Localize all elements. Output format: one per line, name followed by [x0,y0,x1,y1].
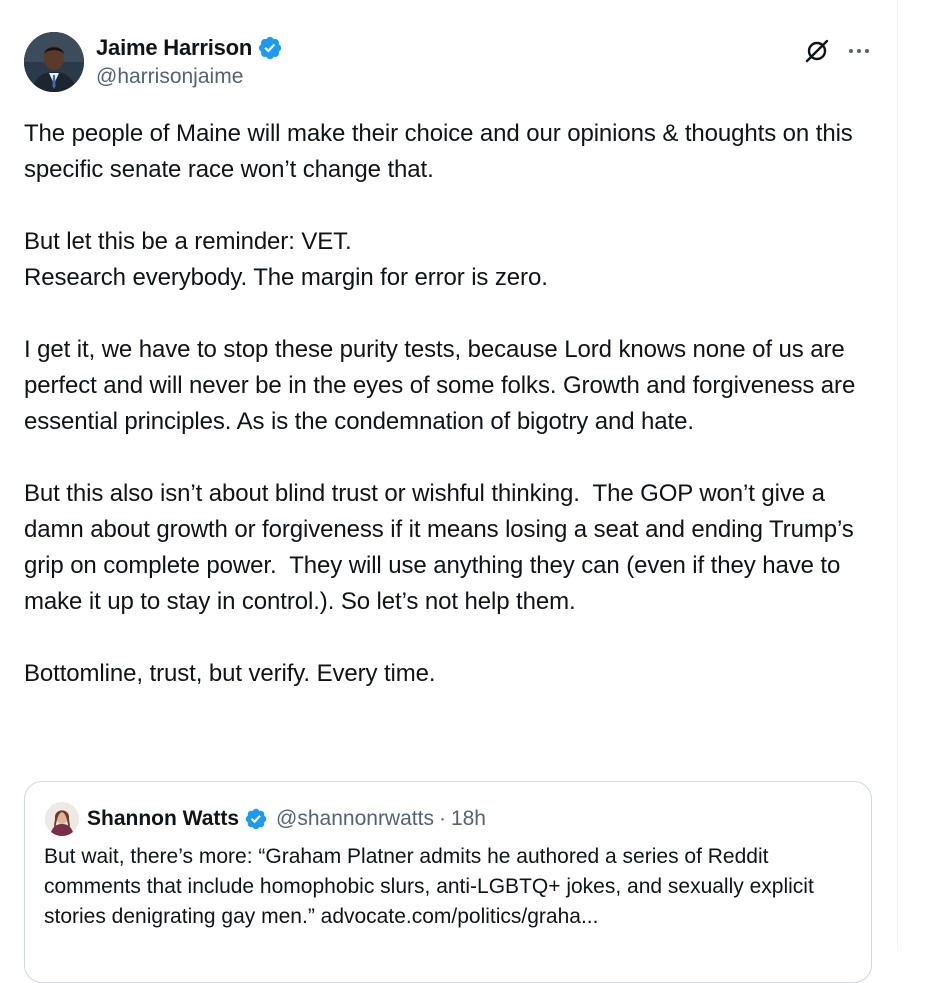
tweet-header: Jaime Harrison @harrisonjaime [24,32,872,94]
quoted-author-avatar[interactable] [45,802,79,836]
author-display-name[interactable]: Jaime Harrison [96,35,252,61]
grok-icon[interactable] [804,38,830,64]
tweet-paragraph: The people of Maine will make their choi… [24,120,860,183]
tweet: Jaime Harrison @harrisonjaime The people… [24,32,872,983]
author-name-row: Jaime Harrison [96,34,283,62]
tweet-text: The people of Maine will make their choi… [24,116,872,692]
verified-badge-icon[interactable] [244,807,268,831]
quoted-tweet-timestamp[interactable]: 18h [451,807,486,831]
quoted-author-name[interactable]: Shannon Watts [87,807,239,831]
avatar-image [24,32,84,92]
tweet-paragraph: But let this be a reminder: VET. Researc… [24,228,548,291]
timeline-divider [897,0,898,950]
quoted-tweet-header: Shannon Watts @shannonrwatts · 18h [45,802,486,836]
quoted-author-handle[interactable]: @shannonrwatts [276,807,434,831]
quoted-avatar-image [45,802,79,836]
tweet-paragraph: I get it, we have to stop these purity t… [24,336,862,435]
header-actions [804,38,872,64]
author-handle[interactable]: @harrisonjaime [96,65,283,89]
quoted-tweet-card[interactable]: Shannon Watts @shannonrwatts · 18h But w… [24,781,872,983]
author-info: Jaime Harrison @harrisonjaime [96,34,283,89]
separator-dot: · [438,807,446,830]
tweet-paragraph: Bottomline, trust, but verify. Every tim… [24,660,436,687]
tweet-paragraph: But this also isn’t about blind trust or… [24,480,861,615]
verified-badge-icon[interactable] [257,35,283,61]
more-options-icon[interactable] [846,38,872,64]
avatar[interactable] [24,32,84,92]
quoted-tweet-text: But wait, there’s more: “Graham Platner … [44,845,814,928]
